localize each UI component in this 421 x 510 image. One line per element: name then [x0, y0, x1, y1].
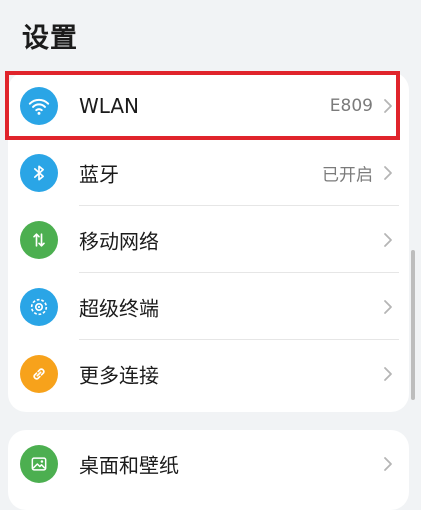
desktop-wallpaper-label: 桌面和壁纸: [79, 453, 179, 477]
page-title: 设置: [22, 23, 78, 54]
chevron-right-icon: [384, 165, 392, 180]
settings-row-wlan[interactable]: WLAN E809: [8, 72, 409, 139]
scrollbar[interactable]: [411, 250, 415, 400]
mobile-network-label: 移动网络: [79, 229, 159, 253]
wallpaper-icon: [20, 444, 58, 483]
settings-row-more-connections[interactable]: 更多连接: [8, 340, 409, 407]
bluetooth-label: 蓝牙: [79, 162, 119, 186]
settings-group-display: 桌面和壁纸: [8, 430, 409, 510]
bluetooth-icon: [20, 153, 58, 192]
settings-row-bluetooth[interactable]: 蓝牙 已开启: [8, 139, 409, 206]
settings-row-mobile-network[interactable]: 移动网络: [8, 206, 409, 273]
chevron-right-icon: [384, 299, 392, 314]
settings-row-desktop-wallpaper[interactable]: 桌面和壁纸: [8, 430, 409, 497]
chevron-right-icon: [384, 456, 392, 471]
wlan-label: WLAN: [79, 93, 140, 118]
more-connections-label: 更多连接: [79, 363, 159, 387]
mobile-data-icon: [20, 220, 58, 259]
chevron-right-icon: [384, 366, 392, 381]
settings-group-connectivity: WLAN E809 蓝牙 已开启 移动网络 超级终端 更多连接: [8, 72, 409, 412]
super-device-icon: [20, 287, 58, 326]
chevron-right-icon: [384, 232, 392, 247]
chevron-right-icon: [384, 98, 392, 113]
settings-row-super-device[interactable]: 超级终端: [8, 273, 409, 340]
link-icon: [20, 354, 58, 393]
bluetooth-value: 已开启: [322, 165, 373, 185]
wlan-value: E809: [329, 95, 373, 116]
wifi-icon: [20, 86, 58, 125]
super-device-label: 超级终端: [79, 296, 159, 320]
